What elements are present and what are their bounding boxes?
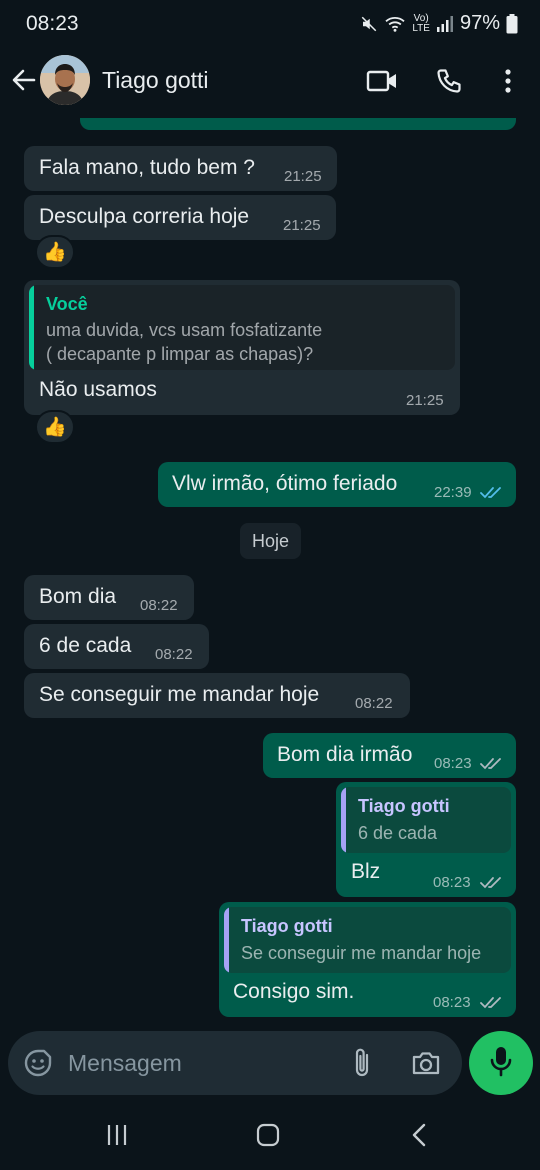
- message-time: 08:23: [433, 994, 471, 1011]
- message-time: 21:25: [406, 392, 444, 409]
- wifi-icon: [384, 15, 406, 33]
- more-options-icon[interactable]: [490, 64, 526, 98]
- message-bubble-outgoing-reply[interactable]: Tiago gotti 6 de cada Blz 08:23: [336, 782, 516, 897]
- message-bubble-outgoing[interactable]: Bom dia irmão 08:23: [263, 733, 516, 778]
- avatar[interactable]: [40, 55, 90, 105]
- message-time: 21:25: [283, 217, 321, 234]
- contact-name[interactable]: Tiago gotti: [102, 67, 209, 94]
- message-bubble-outgoing[interactable]: Vlw irmão, ótimo feriado 22:39: [158, 462, 516, 507]
- message-input[interactable]: Mensagem: [68, 1050, 182, 1077]
- message-bubble-incoming[interactable]: Fala mano, tudo bem ? 21:25: [24, 146, 337, 191]
- message-text: Se conseguir me mandar hoje: [39, 683, 320, 706]
- message-text: Blz: [351, 860, 381, 883]
- quote-author: Tiago gotti: [241, 916, 333, 936]
- read-receipt-icon: [480, 486, 504, 500]
- nav-back-icon[interactable]: [402, 1120, 438, 1150]
- message-bubble-incoming[interactable]: Se conseguir me mandar hoje 08:22: [24, 673, 410, 718]
- quote-accent-bar: [341, 787, 346, 853]
- quote-text: 6 de cada: [358, 823, 438, 843]
- message-bubble-incoming[interactable]: Desculpa correria hoje 21:25: [24, 195, 336, 240]
- mute-icon: [360, 15, 378, 33]
- delivered-receipt-icon: [480, 876, 504, 890]
- reaction-badge[interactable]: 👍: [35, 410, 75, 444]
- message-text: Desculpa correria hoje: [39, 205, 250, 228]
- date-separator: Hoje: [240, 523, 301, 559]
- mic-button[interactable]: [469, 1031, 533, 1095]
- message-bubble-incoming[interactable]: 6 de cada 08:22: [24, 624, 209, 669]
- quoted-message[interactable]: Tiago gotti Se conseguir me mandar hoje: [224, 907, 511, 973]
- status-time: 08:23: [26, 12, 79, 35]
- quoted-message[interactable]: Você uma duvida, vcs usam fosfatizante (…: [29, 285, 455, 370]
- recent-apps-icon[interactable]: [99, 1120, 135, 1150]
- chat-header: Tiago gotti: [0, 50, 540, 118]
- message-composer[interactable]: Mensagem: [8, 1031, 462, 1095]
- message-time: 08:22: [355, 695, 393, 712]
- message-list[interactable]: Fala mano, tudo bem ? 21:25 Desculpa cor…: [0, 118, 540, 1030]
- message-bubble-incoming-reply[interactable]: Você uma duvida, vcs usam fosfatizante (…: [24, 280, 460, 415]
- quote-text-line-2: ( decapante p limpar as chapas)?: [46, 344, 314, 364]
- message-bubble-incoming[interactable]: Bom dia 08:22: [24, 575, 194, 620]
- quote-text: Se conseguir me mandar hoje: [241, 943, 482, 963]
- message-text: Bom dia irmão: [277, 743, 413, 766]
- camera-icon[interactable]: [408, 1045, 444, 1081]
- back-arrow-icon[interactable]: [10, 66, 38, 94]
- microphone-icon: [488, 1045, 514, 1082]
- message-text: Fala mano, tudo bem ?: [39, 156, 255, 179]
- message-bubble-partial[interactable]: [80, 118, 516, 130]
- message-text: Não usamos: [39, 378, 157, 401]
- attach-icon[interactable]: [344, 1045, 380, 1081]
- delivered-receipt-icon: [480, 996, 504, 1010]
- message-time: 08:22: [155, 646, 193, 663]
- quote-text-line-1: uma duvida, vcs usam fosfatizante: [46, 320, 323, 340]
- message-bubble-outgoing-reply[interactable]: Tiago gotti Se conseguir me mandar hoje …: [219, 902, 516, 1017]
- message-text: Vlw irmão, ótimo feriado: [172, 472, 398, 495]
- message-time: 21:25: [284, 168, 322, 185]
- message-time: 08:23: [434, 755, 472, 772]
- battery-percent: 97%: [459, 12, 500, 34]
- video-call-icon[interactable]: [364, 64, 400, 98]
- status-icons: Vo) LTE 97%: [360, 12, 518, 35]
- sticker-icon[interactable]: [20, 1045, 56, 1081]
- volte-icon: Vo) LTE: [412, 12, 430, 34]
- quote-accent-bar: [224, 907, 229, 973]
- quote-accent-bar: [29, 285, 34, 370]
- voice-call-icon[interactable]: [431, 64, 467, 98]
- message-text: Bom dia: [39, 585, 117, 608]
- quoted-message[interactable]: Tiago gotti 6 de cada: [341, 787, 511, 853]
- quote-author: Você: [46, 294, 88, 314]
- message-text: 6 de cada: [39, 634, 132, 657]
- home-icon[interactable]: [250, 1120, 286, 1150]
- system-nav-bar: [0, 1100, 540, 1170]
- message-time: 08:23: [433, 874, 471, 891]
- reaction-badge[interactable]: 👍: [35, 235, 75, 269]
- signal-icon: [436, 15, 454, 33]
- message-text: Consigo sim.: [233, 980, 355, 1003]
- delivered-receipt-icon: [480, 757, 504, 771]
- message-time: 22:39: [434, 484, 472, 501]
- status-bar: 08:23 Vo) LTE 97%: [0, 0, 540, 50]
- quote-author: Tiago gotti: [358, 796, 450, 816]
- battery-icon: [506, 13, 518, 34]
- message-time: 08:22: [140, 597, 178, 614]
